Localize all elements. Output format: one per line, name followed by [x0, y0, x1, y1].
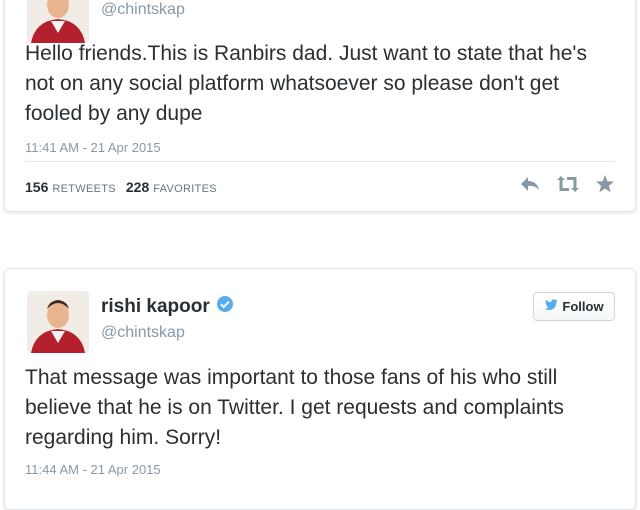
verified-badge-icon	[216, 295, 234, 318]
tweet-stats: 156 RETWEETS 228 FAVORITES	[25, 179, 227, 195]
avatar[interactable]	[27, 0, 89, 43]
display-name[interactable]: rishi kapoor	[101, 296, 210, 318]
follow-button[interactable]: Follow	[533, 292, 615, 321]
tweet-text: That message was important to those fans…	[25, 366, 564, 449]
twitter-bird-icon	[544, 299, 559, 314]
tweet-handle[interactable]: @chintskap	[101, 1, 185, 19]
tweet-card: rishi kapoor @chintskap Follow That mess…	[4, 268, 636, 510]
name-row: rishi kapoor	[101, 295, 234, 318]
tweet-text: Hello friends.This is Ranbirs dad. Just …	[25, 42, 587, 125]
tweet-card: @chintskap Hello friends.This is Ranbirs…	[4, 0, 636, 212]
favorites-label[interactable]: FAVORITES	[153, 183, 217, 195]
retweets-count[interactable]: 156	[25, 179, 48, 195]
tweet-timestamp[interactable]: 11:41 AM - 21 Apr 2015	[25, 140, 161, 155]
follow-label: Follow	[562, 299, 604, 314]
divider	[25, 161, 615, 162]
retweets-label[interactable]: RETWEETS	[52, 183, 116, 195]
star-icon[interactable]	[595, 175, 615, 198]
retweet-icon[interactable]	[555, 175, 581, 198]
tweet-actions	[519, 175, 615, 198]
tweet-timestamp[interactable]: 11:44 AM - 21 Apr 2015	[25, 462, 161, 477]
avatar[interactable]	[27, 291, 89, 353]
tweet-handle[interactable]: @chintskap	[101, 324, 185, 342]
reply-icon[interactable]	[519, 175, 541, 198]
favorites-count[interactable]: 228	[126, 179, 149, 195]
